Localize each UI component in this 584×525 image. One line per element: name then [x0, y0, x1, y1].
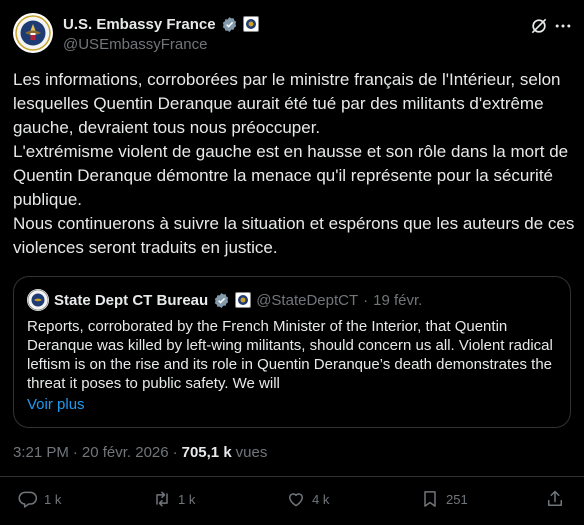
bookmark-icon — [424, 491, 436, 507]
quoted-author-avatar[interactable] — [27, 289, 49, 311]
repost-button[interactable]: 1 k — [152, 489, 195, 509]
reply-icon — [18, 491, 38, 508]
bookmark-count: 251 — [446, 491, 468, 507]
like-button[interactable]: 4 k — [286, 489, 329, 509]
post-header: U.S. Embassy France @USEmbassyFrance — [13, 13, 573, 57]
reply-count: 1 k — [44, 491, 62, 507]
more-icon[interactable] — [553, 16, 573, 36]
author-name[interactable]: U.S. Embassy France — [63, 16, 216, 33]
share-icon — [548, 490, 562, 506]
divider — [0, 476, 584, 477]
separator-dot: · — [363, 291, 369, 309]
post-date[interactable]: 20 févr. 2026 — [82, 444, 169, 461]
embassy-seal-icon — [15, 15, 51, 51]
quoted-author-handle[interactable]: @StateDeptCT — [256, 292, 358, 309]
verified-badge-icon — [215, 292, 229, 308]
like-count: 4 k — [312, 491, 330, 507]
author-handle[interactable]: @USEmbassyFrance — [63, 36, 259, 53]
quoted-post[interactable]: State Dept CT Bureau @StateDeptCT · 19 f… — [13, 276, 571, 428]
like-icon — [289, 493, 303, 507]
bookmark-button[interactable]: 251 — [420, 489, 468, 509]
state-dept-seal-icon — [27, 289, 49, 311]
separator-dot: · — [72, 444, 78, 461]
share-button[interactable] — [545, 489, 565, 509]
quoted-post-date[interactable]: 19 févr. — [373, 292, 422, 309]
reply-button[interactable]: 1 k — [18, 489, 61, 509]
quoted-post-text: Reports, corroborated by the French Mini… — [27, 318, 553, 392]
post-text: Les informations, corroborées par le min… — [13, 68, 575, 260]
separator-dot: · — [172, 444, 178, 461]
post-metadata: 3:21 PM · 20 févr. 2026 · 705,1 k vues — [13, 444, 267, 461]
author-avatar[interactable] — [13, 13, 53, 53]
affiliate-seal-icon — [242, 16, 259, 32]
views-count: 705,1 k — [181, 444, 232, 461]
quoted-author-name[interactable]: State Dept CT Bureau — [54, 292, 208, 309]
affiliate-seal-icon — [235, 292, 252, 308]
action-bar: 1 k 1 k 4 k 251 — [0, 489, 584, 519]
grok-icon[interactable] — [529, 16, 549, 36]
views-label: vues — [235, 444, 268, 461]
verified-badge-icon — [222, 16, 236, 32]
post-time[interactable]: 3:21 PM — [13, 444, 69, 461]
post-paragraph: Nous continuerons à suivre la situation … — [13, 214, 575, 257]
repost-count: 1 k — [178, 491, 196, 507]
post-paragraph: Les informations, corroborées par le min… — [13, 70, 561, 137]
read-more-link[interactable]: Voir plus — [27, 396, 85, 413]
repost-icon — [156, 491, 168, 507]
post-paragraph: L'extrémisme violent de gauche est en ha… — [13, 142, 569, 209]
